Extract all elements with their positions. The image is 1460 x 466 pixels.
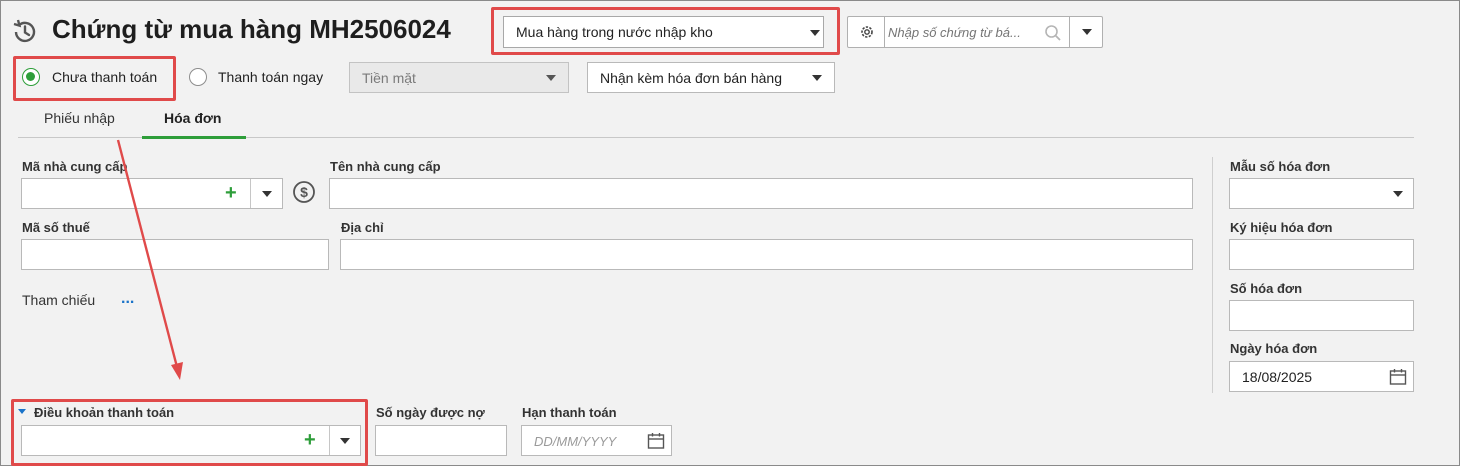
pay-now-label[interactable]: Thanh toán ngay bbox=[218, 69, 323, 85]
settings-button[interactable] bbox=[848, 17, 885, 47]
invoice-symbol-input[interactable] bbox=[1229, 239, 1414, 270]
dollar-circle-icon[interactable]: $ bbox=[292, 180, 316, 204]
chevron-down-icon bbox=[810, 30, 820, 36]
invoice-date-input[interactable]: 18/08/2025 bbox=[1229, 361, 1414, 392]
document-search-input[interactable] bbox=[886, 19, 1036, 45]
tab-hoa-don[interactable]: Hóa đơn bbox=[164, 110, 221, 126]
address-input[interactable] bbox=[340, 239, 1193, 270]
due-date-input[interactable]: DD/MM/YYYY bbox=[521, 425, 672, 456]
payment-method-select[interactable]: Tiền mặt bbox=[349, 62, 569, 93]
page-title: Chứng từ mua hàng MH2506024 bbox=[52, 14, 451, 44]
unpaid-label[interactable]: Chưa thanh toán bbox=[52, 69, 157, 85]
divider bbox=[250, 179, 251, 208]
tab-phieu-nhap[interactable]: Phiếu nhập bbox=[44, 110, 115, 126]
invoice-date-label: Ngày hóa đơn bbox=[1230, 341, 1318, 356]
section-divider bbox=[1212, 157, 1213, 393]
tax-code-label: Mã số thuế bbox=[22, 220, 90, 235]
tax-code-input[interactable] bbox=[21, 239, 329, 270]
gear-icon bbox=[861, 26, 873, 38]
invoice-number-label: Số hóa đơn bbox=[1230, 281, 1303, 296]
search-dropdown-button[interactable] bbox=[1069, 17, 1103, 47]
payment-terms-input[interactable]: + bbox=[21, 425, 361, 456]
supplier-name-label: Tên nhà cung cấp bbox=[330, 159, 441, 174]
credit-days-label: Số ngày được nợ bbox=[376, 405, 485, 420]
collapse-caret-icon[interactable] bbox=[18, 409, 26, 414]
invoice-date-value: 18/08/2025 bbox=[1242, 369, 1313, 385]
chevron-down-icon bbox=[546, 75, 556, 81]
calendar-icon[interactable] bbox=[1388, 367, 1408, 387]
unpaid-radio[interactable] bbox=[22, 68, 40, 86]
invoice-symbol-label: Ký hiệu hóa đơn bbox=[1230, 220, 1333, 235]
add-supplier-icon[interactable]: + bbox=[225, 183, 237, 203]
chevron-down-icon[interactable] bbox=[340, 438, 350, 444]
due-date-label: Hạn thanh toán bbox=[522, 405, 617, 420]
chevron-down-icon bbox=[812, 75, 822, 81]
address-label: Địa chỉ bbox=[341, 220, 384, 235]
purchase-type-select[interactable]: Mua hàng trong nước nhập kho bbox=[503, 16, 824, 48]
supplier-code-input[interactable]: + bbox=[21, 178, 283, 209]
chevron-down-icon bbox=[1393, 191, 1403, 197]
invoice-number-input[interactable] bbox=[1229, 300, 1414, 331]
calendar-icon[interactable] bbox=[646, 431, 666, 451]
invoice-template-label: Mẫu số hóa đơn bbox=[1230, 159, 1331, 174]
document-search-group bbox=[847, 16, 1103, 48]
search-icon[interactable] bbox=[1044, 24, 1062, 42]
add-payment-term-icon[interactable]: + bbox=[304, 430, 316, 450]
reference-more-link[interactable]: ... bbox=[121, 290, 134, 308]
invoice-option-select[interactable]: Nhận kèm hóa đơn bán hàng bbox=[587, 62, 835, 93]
invoice-option-value: Nhận kèm hóa đơn bán hàng bbox=[600, 70, 782, 86]
svg-text:$: $ bbox=[300, 184, 308, 200]
supplier-name-input[interactable] bbox=[329, 178, 1193, 209]
pay-now-radio[interactable] bbox=[189, 68, 207, 86]
invoice-template-select[interactable] bbox=[1229, 178, 1414, 209]
divider bbox=[329, 426, 330, 455]
payment-terms-label: Điều khoản thanh toán bbox=[34, 405, 175, 420]
active-tab-indicator bbox=[142, 136, 246, 139]
history-icon[interactable] bbox=[10, 17, 40, 47]
chevron-down-icon[interactable] bbox=[262, 191, 272, 197]
supplier-code-label: Mã nhà cung cấp bbox=[22, 159, 128, 174]
purchase-type-value: Mua hàng trong nước nhập kho bbox=[516, 24, 713, 40]
payment-method-value: Tiền mặt bbox=[362, 70, 416, 86]
due-date-placeholder: DD/MM/YYYY bbox=[534, 434, 617, 449]
reference-label: Tham chiếu bbox=[22, 292, 96, 308]
credit-days-input[interactable] bbox=[375, 425, 507, 456]
chevron-down-icon bbox=[1082, 29, 1092, 35]
